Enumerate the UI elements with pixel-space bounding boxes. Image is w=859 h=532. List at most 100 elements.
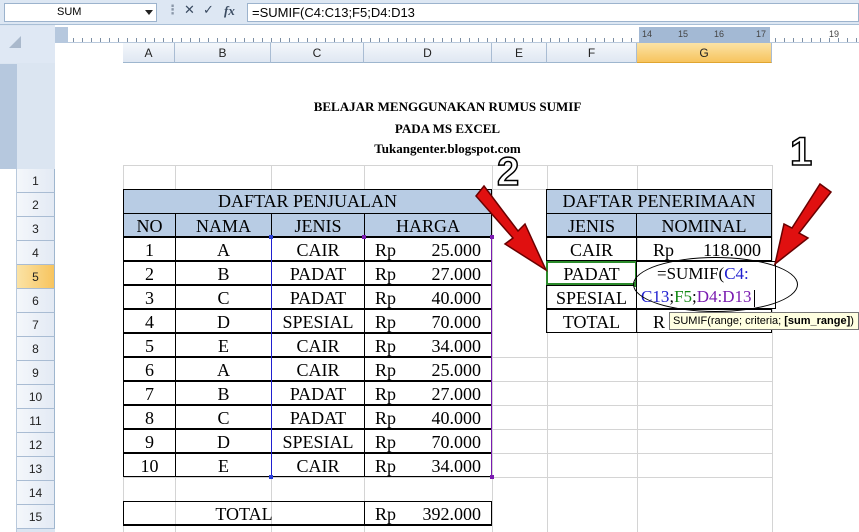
- sales-cell-jenis[interactable]: PADAT: [271, 405, 365, 429]
- row-header-7[interactable]: 7: [17, 313, 55, 337]
- sales-cell-no[interactable]: 5: [123, 333, 176, 357]
- sales-cell-harga[interactable]: Rp 25.000: [364, 237, 492, 261]
- currency-label: Rp: [375, 360, 397, 380]
- range-handle[interactable]: [490, 475, 494, 479]
- range-handle[interactable]: [362, 235, 366, 239]
- ruler-number: 16: [713, 29, 724, 39]
- row-header-3[interactable]: 3: [17, 217, 55, 241]
- receipt-table-title[interactable]: DAFTAR PENERIMAAN: [546, 189, 772, 214]
- currency-label: Rp: [375, 504, 397, 524]
- receipt-header-jenis[interactable]: JENIS: [546, 213, 637, 237]
- sales-cell-nama[interactable]: C: [175, 285, 272, 309]
- name-box[interactable]: SUM: [4, 3, 157, 22]
- column-header-c[interactable]: C: [271, 43, 364, 63]
- row-header-12[interactable]: 12: [17, 433, 55, 457]
- sales-total-value[interactable]: Rp 392.000: [364, 501, 492, 525]
- select-all-corner[interactable]: [0, 26, 55, 63]
- range-handle[interactable]: [269, 475, 273, 479]
- column-header-f[interactable]: F: [547, 43, 637, 63]
- receipt-header-nominal[interactable]: NOMINAL: [636, 213, 772, 237]
- sales-cell-harga[interactable]: Rp 25.000: [364, 357, 492, 381]
- sales-cell-nama[interactable]: D: [175, 429, 272, 453]
- sales-cell-no[interactable]: 2: [123, 261, 176, 285]
- row-header-14[interactable]: 14: [17, 481, 55, 505]
- sales-cell-no[interactable]: 10: [123, 453, 176, 477]
- sales-cell-harga[interactable]: Rp 34.000: [364, 333, 492, 357]
- criteria-cell-highlight[interactable]: [546, 261, 639, 287]
- receipt-jenis-cair[interactable]: CAIR: [546, 237, 637, 261]
- sales-header-harga[interactable]: HARGA: [364, 213, 492, 237]
- row-header-10[interactable]: 10: [17, 385, 55, 409]
- page-title: BELAJAR MENGGUNAKAN RUMUS SUMIF: [313, 99, 582, 114]
- ruler-number: 17: [755, 29, 766, 39]
- sales-cell-no[interactable]: 7: [123, 381, 176, 405]
- chevron-down-icon[interactable]: [145, 10, 153, 15]
- row-header-1[interactable]: 1: [17, 169, 55, 193]
- sales-cell-harga[interactable]: Rp 40.000: [364, 405, 492, 429]
- amount: 40.000: [431, 408, 482, 428]
- sales-cell-nama[interactable]: B: [175, 261, 272, 285]
- formula-input[interactable]: =SUMIF(C4:C13;F5;D4:D13: [247, 3, 859, 22]
- column-header-b[interactable]: B: [175, 43, 271, 63]
- row-header-4[interactable]: 4: [17, 241, 55, 265]
- gridline: [123, 165, 772, 166]
- receipt-jenis-spesial[interactable]: SPESIAL: [546, 285, 637, 309]
- ruler-number: 14: [641, 29, 652, 39]
- sales-cell-no[interactable]: 9: [123, 429, 176, 453]
- enter-button[interactable]: ✓: [203, 3, 214, 18]
- sales-cell-jenis[interactable]: CAIR: [271, 453, 365, 477]
- cancel-button[interactable]: ✕: [184, 3, 195, 18]
- sales-cell-no[interactable]: 3: [123, 285, 176, 309]
- sales-cell-no[interactable]: 8: [123, 405, 176, 429]
- column-header-g[interactable]: G: [637, 43, 772, 63]
- sales-cell-nama[interactable]: D: [175, 309, 272, 333]
- row-header-11[interactable]: 11: [17, 409, 55, 433]
- column-header-e[interactable]: E: [492, 43, 547, 63]
- sales-cell-nama[interactable]: E: [175, 333, 272, 357]
- row-header-5[interactable]: 5: [17, 265, 55, 289]
- sales-cell-harga[interactable]: Rp 40.000: [364, 285, 492, 309]
- column-header-d[interactable]: D: [364, 43, 492, 63]
- row-header-13[interactable]: 13: [17, 457, 55, 481]
- sales-cell-jenis[interactable]: SPESIAL: [271, 309, 365, 333]
- sales-cell-jenis[interactable]: CAIR: [271, 333, 365, 357]
- sales-cell-no[interactable]: 6: [123, 357, 176, 381]
- receipt-jenis-total[interactable]: TOTAL: [546, 309, 637, 333]
- row-header-8[interactable]: 8: [17, 337, 55, 361]
- row-header-9[interactable]: 9: [17, 361, 55, 385]
- sales-total-label[interactable]: TOTAL: [123, 501, 365, 525]
- sales-cell-harga[interactable]: Rp 27.000: [364, 381, 492, 405]
- sales-table-title[interactable]: DAFTAR PENJUALAN: [123, 189, 492, 214]
- sales-cell-jenis[interactable]: PADAT: [271, 285, 365, 309]
- row-header-6[interactable]: 6: [17, 289, 55, 313]
- currency-label: Rp: [375, 336, 397, 356]
- sales-header-jenis[interactable]: JENIS: [271, 213, 365, 237]
- sales-cell-nama[interactable]: A: [175, 237, 272, 261]
- insert-function-button[interactable]: fx: [224, 3, 235, 19]
- sales-cell-harga[interactable]: Rp 27.000: [364, 261, 492, 285]
- range-handle[interactable]: [269, 235, 273, 239]
- highlight-ellipse: [633, 257, 798, 312]
- row-header-2[interactable]: 2: [17, 193, 55, 217]
- sales-cell-nama[interactable]: C: [175, 405, 272, 429]
- sales-cell-harga[interactable]: Rp 34.000: [364, 453, 492, 477]
- sales-cell-jenis[interactable]: PADAT: [271, 261, 365, 285]
- sales-cell-jenis[interactable]: CAIR: [271, 357, 365, 381]
- sales-cell-no[interactable]: 4: [123, 309, 176, 333]
- sales-cell-nama[interactable]: A: [175, 357, 272, 381]
- range-outline-blue: [271, 237, 272, 477]
- sales-header-nama[interactable]: NAMA: [175, 213, 272, 237]
- currency-label: Rp: [375, 312, 397, 332]
- row-header-15[interactable]: 15: [17, 505, 55, 529]
- range-handle[interactable]: [490, 235, 494, 239]
- sales-cell-no[interactable]: 1: [123, 237, 176, 261]
- sales-cell-nama[interactable]: B: [175, 381, 272, 405]
- sales-cell-nama[interactable]: E: [175, 453, 272, 477]
- sales-cell-jenis[interactable]: SPESIAL: [271, 429, 365, 453]
- sales-cell-harga[interactable]: Rp 70.000: [364, 309, 492, 333]
- column-header-a[interactable]: A: [123, 43, 175, 63]
- sales-header-no[interactable]: NO: [123, 213, 176, 237]
- sales-cell-jenis[interactable]: PADAT: [271, 381, 365, 405]
- sales-cell-jenis[interactable]: CAIR: [271, 237, 365, 261]
- sales-cell-harga[interactable]: Rp 70.000: [364, 429, 492, 453]
